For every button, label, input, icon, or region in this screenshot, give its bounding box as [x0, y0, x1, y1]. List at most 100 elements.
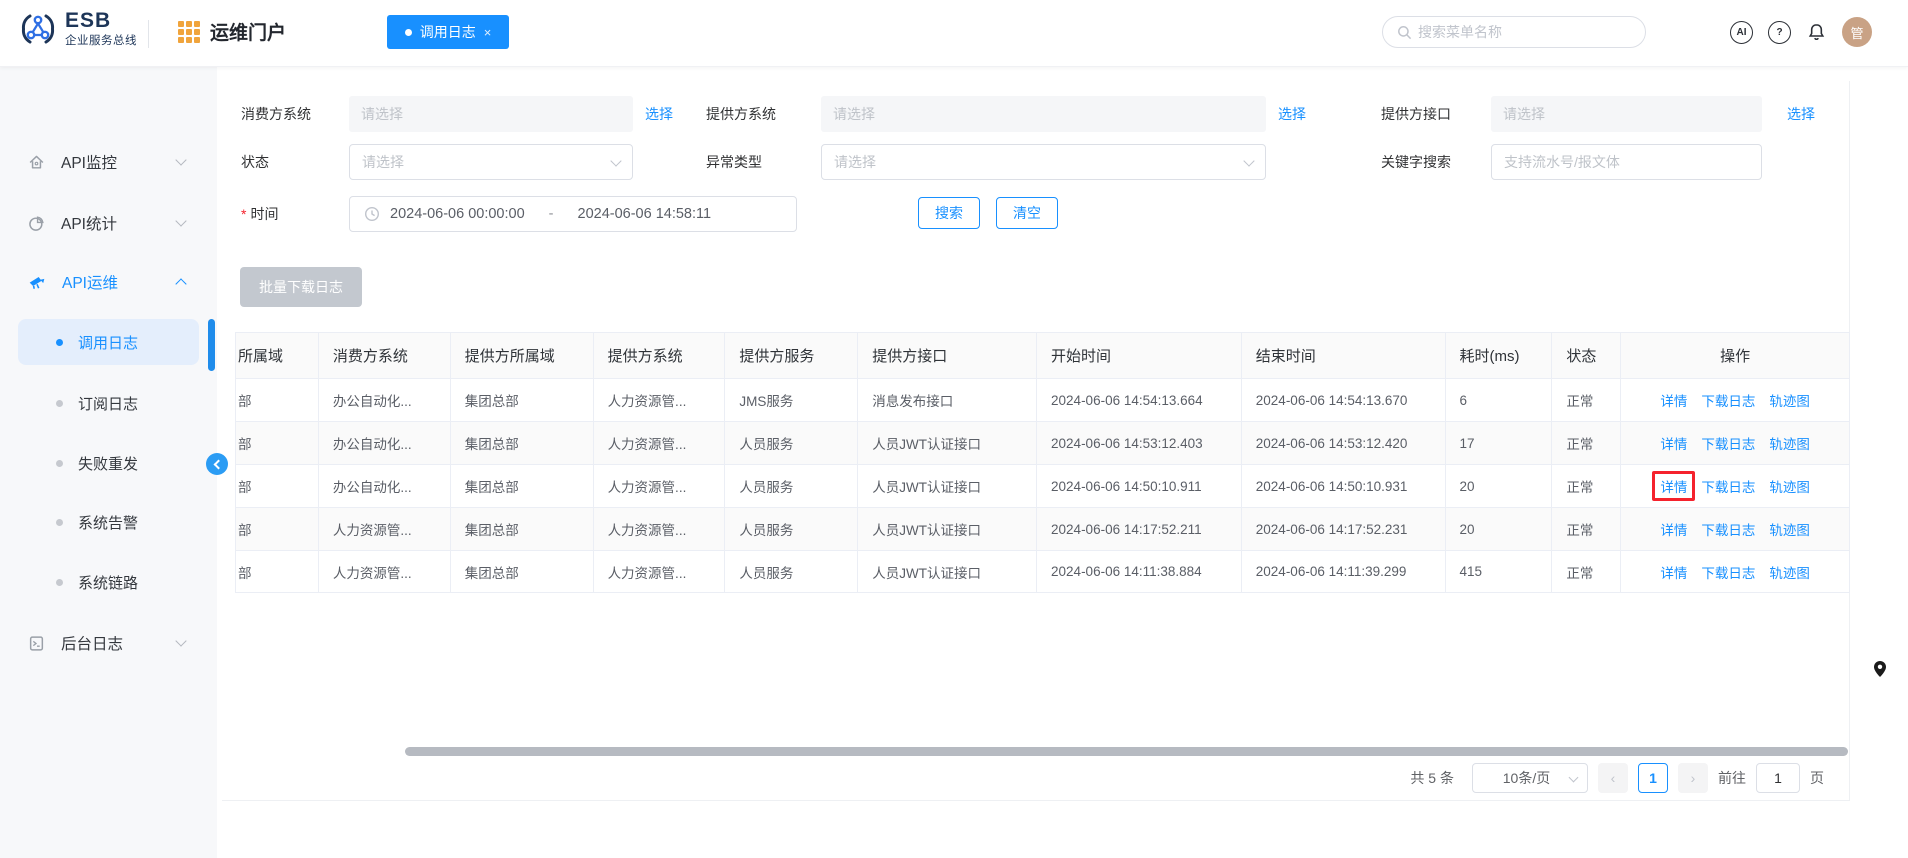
- col-end-time: 结束时间: [1242, 333, 1446, 378]
- chevron-left-icon: [214, 459, 224, 469]
- cell-consumer: 人力资源管...: [319, 551, 451, 592]
- pie-chart-icon: [28, 215, 45, 232]
- cell-provider-domain: 集团总部: [451, 422, 594, 464]
- sidebar-item-subscribe-logs[interactable]: 订阅日志: [0, 386, 217, 420]
- search-button[interactable]: 搜索: [918, 197, 980, 229]
- table-row[interactable]: 部 人力资源管... 集团总部 人力资源管... 人员服务 人员JWT认证接口 …: [236, 550, 1849, 593]
- detail-link[interactable]: 详情: [1660, 390, 1687, 410]
- cell-consumer: 办公自动化...: [319, 465, 451, 507]
- sidebar-scrollbar-thumb[interactable]: [208, 319, 215, 371]
- cell-provider-domain: 集团总部: [451, 379, 594, 421]
- ai-assistant-icon[interactable]: AI: [1730, 21, 1753, 44]
- col-provider-service: 提供方服务: [725, 333, 858, 378]
- batch-download-button[interactable]: 批量下载日志: [240, 267, 362, 307]
- cell-end: 2024-06-06 14:17:52.231: [1242, 508, 1446, 550]
- provider-api-input[interactable]: [1491, 96, 1762, 132]
- menu-search-input[interactable]: [1418, 24, 1631, 40]
- cell-consumer: 办公自动化...: [319, 379, 451, 421]
- tab-close-icon[interactable]: ×: [484, 25, 492, 40]
- trace-link[interactable]: 轨迹图: [1769, 519, 1810, 539]
- time-end-value: 2024-06-06 14:58:11: [578, 206, 712, 222]
- total-count: 共 5 条: [1410, 768, 1454, 788]
- table-row[interactable]: 部 办公自动化... 集团总部 人力资源管... 人员服务 人员JWT认证接口 …: [236, 464, 1849, 507]
- bell-icon[interactable]: [1806, 21, 1827, 43]
- chevron-down-icon: [1243, 155, 1254, 166]
- trace-link[interactable]: 轨迹图: [1769, 476, 1810, 496]
- time-range-picker[interactable]: 2024-06-06 00:00:00 - 2024-06-06 14:58:1…: [349, 196, 797, 232]
- sidebar-item-system-alerts[interactable]: 系统告警: [0, 505, 217, 539]
- home-icon: [28, 154, 45, 171]
- status-badge: 正常: [1552, 379, 1621, 421]
- user-avatar[interactable]: 管: [1842, 17, 1872, 47]
- provider-api-select-link[interactable]: 选择: [1787, 106, 1815, 122]
- sidebar-item-api-stats[interactable]: API统计: [0, 206, 217, 240]
- cell-api: 消息发布接口: [858, 379, 1037, 421]
- sidebar-item-backend-logs[interactable]: 后台日志: [0, 626, 217, 660]
- provider-system-select-link[interactable]: 选择: [1278, 106, 1306, 122]
- next-page-button[interactable]: ›: [1678, 763, 1708, 793]
- sidebar-item-api-monitor[interactable]: API监控: [0, 145, 217, 179]
- cell-cost: 415: [1446, 551, 1553, 592]
- chevron-down-icon: [175, 154, 186, 165]
- cell-cost: 20: [1446, 508, 1553, 550]
- detail-link-highlighted[interactable]: 详情: [1660, 476, 1687, 496]
- trace-link[interactable]: 轨迹图: [1769, 390, 1810, 410]
- status-select[interactable]: 请选择: [349, 144, 633, 180]
- cell-end: 2024-06-06 14:50:10.931: [1242, 465, 1446, 507]
- sidebar-collapse-button[interactable]: [206, 453, 228, 475]
- cell-service: 人员服务: [725, 508, 858, 550]
- sidebar-item-retry-failed[interactable]: 失败重发: [0, 446, 217, 480]
- help-icon[interactable]: ?: [1768, 21, 1791, 44]
- sidebar-item-system-trace[interactable]: 系统链路: [0, 565, 217, 599]
- bullet-dot-icon: [56, 579, 63, 586]
- detail-link[interactable]: 详情: [1660, 562, 1687, 582]
- trace-link[interactable]: 轨迹图: [1769, 562, 1810, 582]
- download-log-link[interactable]: 下载日志: [1701, 519, 1755, 539]
- page-size-select[interactable]: 10条/页: [1472, 763, 1588, 793]
- sidebar-item-call-logs[interactable]: 调用日志: [0, 325, 217, 359]
- cell-domain: 部: [236, 422, 319, 464]
- exception-type-select[interactable]: 请选择: [821, 144, 1266, 180]
- table-hscrollbar-thumb[interactable]: [405, 747, 1848, 756]
- map-pin-icon[interactable]: [1872, 660, 1888, 678]
- page-unit-label: 页: [1810, 768, 1824, 788]
- consumer-system-input[interactable]: [349, 96, 633, 132]
- prev-page-button[interactable]: ‹: [1598, 763, 1628, 793]
- table-row[interactable]: 部 办公自动化... 集团总部 人力资源管... JMS服务 消息发布接口 20…: [236, 378, 1849, 421]
- submenu-label: 系统链路: [78, 572, 138, 593]
- download-log-link[interactable]: 下载日志: [1701, 390, 1755, 410]
- keyword-input[interactable]: [1491, 144, 1762, 180]
- download-log-link[interactable]: 下载日志: [1701, 476, 1755, 496]
- active-dot-icon: [405, 29, 412, 36]
- provider-system-input[interactable]: [821, 96, 1266, 132]
- cell-provider-domain: 集团总部: [451, 551, 594, 592]
- cell-end: 2024-06-06 14:11:39.299: [1242, 551, 1446, 592]
- chevron-down-icon: [175, 215, 186, 226]
- trace-link[interactable]: 轨迹图: [1769, 433, 1810, 453]
- download-log-link[interactable]: 下载日志: [1701, 562, 1755, 582]
- menu-search[interactable]: [1382, 16, 1646, 48]
- cell-start: 2024-06-06 14:50:10.911: [1037, 465, 1242, 507]
- goto-page-input[interactable]: [1756, 763, 1800, 793]
- table-row[interactable]: 部 人力资源管... 集团总部 人力资源管... 人员服务 人员JWT认证接口 …: [236, 507, 1849, 550]
- table-row[interactable]: 部 办公自动化... 集团总部 人力资源管... 人员服务 人员JWT认证接口 …: [236, 421, 1849, 464]
- cell-cost: 6: [1446, 379, 1553, 421]
- brand-subtitle: 企业服务总线: [65, 32, 137, 48]
- submenu-label: 系统告警: [78, 512, 138, 533]
- page-number-1[interactable]: 1: [1638, 763, 1668, 793]
- col-status: 状态: [1552, 333, 1621, 378]
- download-log-link[interactable]: 下载日志: [1701, 433, 1755, 453]
- cell-domain: 部: [236, 551, 319, 592]
- sidebar-item-api-ops[interactable]: API运维: [0, 265, 217, 299]
- sidebar-item-label: API监控: [61, 151, 161, 173]
- cell-service: 人员服务: [725, 422, 858, 464]
- header-divider: [148, 20, 149, 48]
- clear-button[interactable]: 清空: [996, 197, 1058, 229]
- detail-link[interactable]: 详情: [1660, 433, 1687, 453]
- detail-link[interactable]: 详情: [1660, 519, 1687, 539]
- consumer-system-select-link[interactable]: 选择: [645, 106, 673, 122]
- cell-start: 2024-06-06 14:17:52.211: [1037, 508, 1242, 550]
- tab-call-logs[interactable]: 调用日志 ×: [387, 15, 509, 49]
- chevron-down-icon: [610, 155, 621, 166]
- cell-service: 人员服务: [725, 551, 858, 592]
